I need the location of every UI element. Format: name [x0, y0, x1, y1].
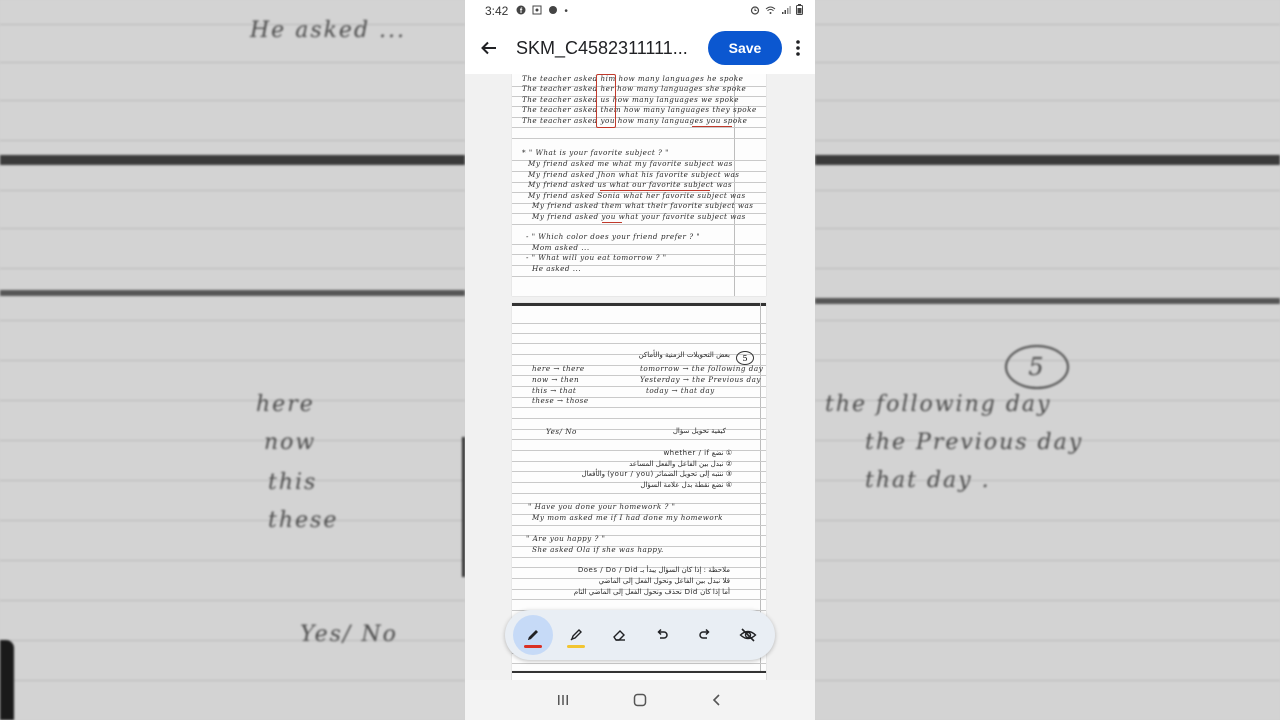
- battery-icon: [796, 4, 803, 18]
- background-text: He asked ...: [250, 18, 407, 43]
- correction-mark: [596, 74, 616, 128]
- status-bar: 3:42 f •: [465, 0, 815, 22]
- arabic-line: ملاحظة : إذا كان السؤال يبدأ بـ Does / D…: [577, 566, 730, 574]
- facebook-icon: f: [516, 5, 526, 18]
- arabic-line: كيفية تحويل سؤال: [672, 427, 726, 435]
- dot-icon: •: [564, 5, 568, 17]
- home-icon: [633, 693, 647, 707]
- handwritten-line: The teacher asked them how many language…: [522, 105, 757, 114]
- screenshot-icon: [532, 5, 542, 18]
- visibility-off-icon: [738, 628, 757, 642]
- redo-button[interactable]: [685, 615, 725, 655]
- signal-icon: [781, 5, 791, 18]
- handwritten-line: My friend asked you what your favorite s…: [532, 212, 746, 221]
- handwritten-line: Yes/ No: [546, 427, 577, 436]
- back-nav-icon: [712, 694, 720, 706]
- redo-icon: [698, 628, 710, 639]
- arrow-back-icon: [481, 41, 496, 55]
- handwritten-line: The teacher asked you how many languages…: [522, 116, 748, 125]
- handwritten-line: this → that: [532, 386, 577, 395]
- background-text: this: [268, 470, 318, 495]
- arabic-line: ② نبدل بين الفاعل والفعل المساعد: [629, 460, 732, 468]
- handwritten-line: The teacher asked us how many languages …: [522, 95, 740, 104]
- handwritten-line: these → those: [532, 396, 589, 405]
- background-text: now: [264, 430, 317, 455]
- handwritten-line: My mom asked me if I had done my homewor…: [532, 513, 723, 522]
- handwritten-line: today → that day: [646, 386, 715, 395]
- background-text: the following day: [825, 392, 1052, 417]
- handwritten-line: - " Which color does your friend prefer …: [526, 232, 701, 241]
- alarm-icon: [750, 5, 760, 18]
- app-bar: SKM_C4582311111... Save: [465, 22, 815, 74]
- pen-tool-button[interactable]: [512, 615, 553, 655]
- phone-screen: 3:42 f • SKM_C4582311111... Save The tea…: [465, 0, 815, 720]
- background-text: 5: [1005, 345, 1069, 389]
- recent-apps-button[interactable]: [543, 682, 583, 718]
- handwritten-line: - " What will you eat tomorrow ? ": [526, 253, 667, 262]
- wifi-icon: [765, 5, 776, 18]
- document-page-3: [512, 671, 766, 680]
- save-button[interactable]: Save: [708, 31, 782, 65]
- handwritten-line: My friend asked me what my favorite subj…: [528, 159, 733, 168]
- arabic-heading: بعض التحويلات الزمنية والأماكن: [638, 351, 730, 359]
- handwritten-line: now → then: [532, 375, 580, 384]
- annotation-toolbar: [505, 610, 775, 660]
- handwritten-line: My friend asked Sonia what her favorite …: [528, 191, 746, 200]
- handwritten-line: My friend asked Jhon what his favorite s…: [528, 170, 740, 179]
- more-options-button[interactable]: [784, 31, 812, 65]
- handwritten-line: " Have you done your homework ? ": [528, 502, 676, 511]
- arabic-line: فلا نبدل بين الفاعل ونحول الفعل إلى الما…: [598, 577, 730, 585]
- background-text: the Previous day: [865, 430, 1084, 455]
- handwritten-line: The teacher asked him how many languages…: [522, 74, 744, 83]
- home-button[interactable]: [620, 682, 660, 718]
- handwritten-line: He asked ...: [532, 264, 582, 273]
- handwritten-line: The teacher asked her how many languages…: [522, 84, 747, 93]
- handwritten-line: here → there: [532, 364, 585, 373]
- background-text: Yes/ No: [300, 622, 398, 647]
- handwritten-line: * " What is your favorite subject ? ": [522, 148, 669, 157]
- more-vert-icon: [796, 40, 800, 56]
- background-right-panel: the following day the Previous day that …: [815, 0, 1280, 720]
- hide-annotations-button[interactable]: [728, 615, 768, 655]
- background-text: these: [268, 508, 339, 533]
- highlighter-tool-button[interactable]: [556, 615, 596, 655]
- arabic-line: ③ ننتبه إلى تحويل الضمائر (your / you) و…: [581, 470, 732, 478]
- handwritten-line: " Are you happy ? ": [526, 534, 606, 543]
- recent-apps-icon: [558, 695, 569, 705]
- handwritten-line: tomorrow → the following day: [640, 364, 764, 373]
- background-text: here: [256, 392, 315, 417]
- highlighter-icon: [570, 629, 582, 641]
- correction-mark: [600, 190, 710, 191]
- handwritten-line: She asked Ola if she was happy.: [532, 545, 664, 554]
- status-time: 3:42: [485, 4, 509, 18]
- android-icon: [548, 5, 558, 18]
- handwritten-line: Mom asked ...: [532, 243, 590, 252]
- undo-icon: [656, 628, 668, 639]
- document-title: SKM_C4582311111...: [516, 37, 688, 58]
- circled-number: 5: [736, 351, 754, 365]
- arabic-line: ④ نضع نقطة بدل علامة السؤال: [640, 481, 732, 489]
- document-viewer[interactable]: The teacher asked him how many languages…: [465, 74, 815, 680]
- eraser-tool-button[interactable]: [599, 615, 639, 655]
- pen-color-swatch: [523, 645, 542, 648]
- arabic-line: أما إذا كان Did نحذف ونحول الفعل إلى الم…: [573, 588, 730, 596]
- handwritten-line: Yesterday → the Previous day: [640, 375, 761, 384]
- arabic-line: ① نضع whether / if: [663, 449, 732, 457]
- highlighter-color-swatch: [566, 645, 585, 648]
- back-nav-button[interactable]: [697, 682, 737, 718]
- undo-button[interactable]: [642, 615, 682, 655]
- document-page-1: The teacher asked him how many languages…: [512, 74, 766, 296]
- back-button[interactable]: [467, 26, 511, 70]
- handwritten-line: My friend asked us what our favorite sub…: [528, 180, 733, 189]
- correction-mark: [602, 222, 622, 223]
- handwritten-line: My friend asked them what their favorite…: [532, 201, 754, 210]
- background-left-panel: He asked ... here now this these Yes/ No: [0, 0, 465, 720]
- background-text: that day .: [865, 468, 991, 493]
- pen-icon: [527, 630, 538, 640]
- system-nav-bar: [465, 680, 815, 720]
- correction-mark: [692, 126, 732, 127]
- eraser-icon: [612, 630, 625, 641]
